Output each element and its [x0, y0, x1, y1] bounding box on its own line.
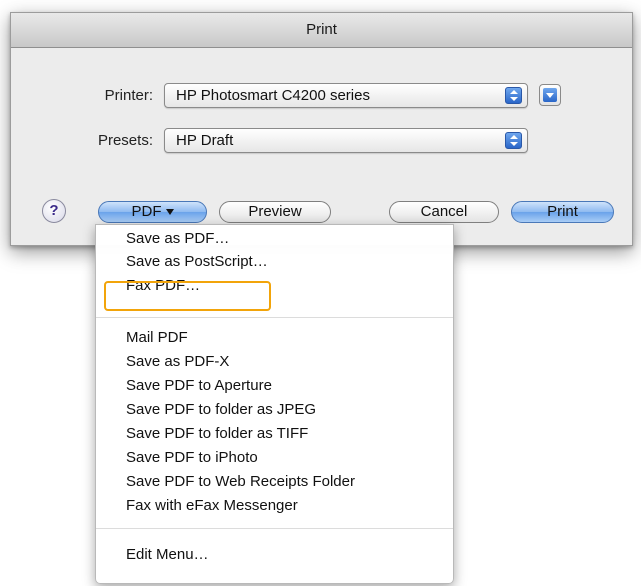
menu-item-save-pdf-iphoto[interactable]: Save PDF to iPhoto — [126, 448, 258, 468]
window-title: Print — [306, 21, 337, 38]
printer-label: Printer: — [104, 87, 153, 104]
presets-popup[interactable]: HP Draft — [164, 128, 528, 153]
menu-item-save-as-pdf[interactable]: Save as PDF… — [126, 229, 229, 249]
cancel-button[interactable]: Cancel — [389, 201, 499, 223]
disclosure-button[interactable] — [539, 84, 561, 106]
menu-item-save-pdf-web-receipts[interactable]: Save PDF to Web Receipts Folder — [126, 472, 355, 492]
print-dialog: Print Printer: HP Photosmart C4200 serie… — [10, 12, 633, 246]
chevron-down-icon — [165, 209, 174, 215]
up-down-arrows-icon — [505, 87, 522, 104]
screenshot-stage: Print Printer: HP Photosmart C4200 serie… — [0, 0, 641, 586]
menu-item-save-pdf-folder-jpeg[interactable]: Save PDF to folder as JPEG — [126, 400, 316, 420]
preview-button[interactable]: Preview — [219, 201, 331, 223]
disclosure-triangle-icon — [543, 88, 557, 102]
pdf-button[interactable]: PDF — [98, 201, 207, 223]
menu-item-save-pdf-folder-tiff[interactable]: Save PDF to folder as TIFF — [126, 424, 308, 444]
menu-separator — [96, 317, 453, 318]
cancel-button-label: Cancel — [420, 203, 468, 220]
presets-label: Presets: — [97, 132, 153, 149]
pdf-button-label: PDF — [131, 203, 162, 220]
menu-item-save-pdf-to-aperture[interactable]: Save PDF to Aperture — [126, 376, 272, 396]
printer-popup[interactable]: HP Photosmart C4200 series — [164, 83, 528, 108]
title-bar[interactable]: Print — [11, 13, 632, 48]
menu-item-save-as-pdf-x[interactable]: Save as PDF-X — [126, 352, 229, 372]
print-button-label: Print — [547, 203, 578, 220]
printer-value: HP Photosmart C4200 series — [176, 87, 370, 104]
pdf-menu: Save as PDF… Save as PostScript… Fax PDF… — [95, 224, 454, 584]
presets-value: HP Draft — [176, 132, 234, 149]
print-button[interactable]: Print — [511, 201, 614, 223]
menu-item-fax-efax-messenger[interactable]: Fax with eFax Messenger — [126, 496, 298, 516]
menu-item-save-as-postscript[interactable]: Save as PostScript… — [126, 252, 268, 272]
menu-separator — [96, 528, 453, 529]
up-down-arrows-icon — [505, 132, 522, 149]
menu-item-edit-menu[interactable]: Edit Menu… — [126, 545, 209, 565]
question-mark-icon: ? — [49, 202, 59, 219]
preview-button-label: Preview — [248, 203, 302, 220]
help-button[interactable]: ? — [42, 199, 66, 223]
menu-item-mail-pdf[interactable]: Mail PDF — [126, 328, 188, 348]
menu-item-fax-pdf[interactable]: Fax PDF… — [126, 276, 200, 296]
